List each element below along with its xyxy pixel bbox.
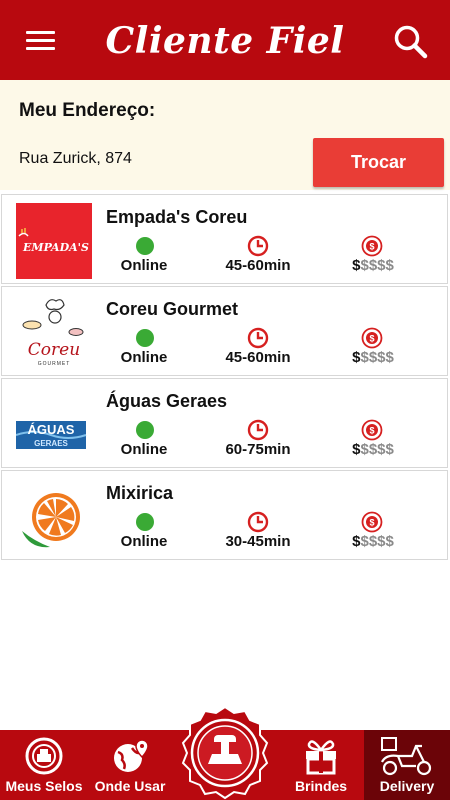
price-level: $$$$$	[328, 349, 418, 366]
aguas-logo-subtext: GERAES	[34, 439, 68, 448]
price-level: $$$$$	[328, 257, 418, 274]
store-card[interactable]: EMPADA'S Empada's Coreu Online 45-60min …	[1, 194, 448, 284]
clock-icon	[247, 327, 269, 349]
center-stamp-icon	[181, 705, 269, 800]
clock-icon	[247, 235, 269, 257]
top-app-bar: Cliente Fiel	[0, 0, 450, 80]
svg-text:$: $	[369, 334, 374, 344]
nav-brindes[interactable]: Brindes	[278, 730, 364, 800]
store-name: Coreu Gourmet	[106, 299, 239, 319]
store-name: Empada's Coreu	[106, 207, 248, 227]
nav-delivery[interactable]: Delivery	[364, 730, 450, 800]
online-status-icon	[136, 513, 154, 531]
nav-label: Brindes	[294, 778, 348, 794]
price-off: $$$$	[360, 349, 394, 366]
delivery-time: 60-75min	[225, 441, 291, 458]
address-value: Rua Zurick, 874	[19, 150, 132, 167]
address-title: Meu Endereço:	[19, 100, 156, 121]
scooter-icon	[381, 737, 432, 776]
store-card[interactable]: Coreu GOURMET Coreu Gourmet Online 45-60…	[1, 286, 448, 376]
clock-icon	[247, 511, 269, 533]
store-status: Online	[120, 349, 168, 366]
price-coin-icon: $	[361, 235, 383, 257]
delivery-time: 30-45min	[225, 533, 291, 550]
online-status-icon	[136, 237, 154, 255]
svg-text:$: $	[369, 426, 374, 436]
store-name: Águas Geraes	[106, 391, 228, 411]
mixirica-logo	[16, 479, 92, 555]
center-stamp-button[interactable]	[178, 705, 272, 800]
price-coin-icon: $	[361, 327, 383, 349]
delivery-time: 45-60min	[225, 349, 291, 366]
gift-icon	[306, 740, 336, 775]
svg-text:$: $	[369, 518, 374, 528]
search-icon[interactable]	[390, 22, 432, 62]
stamp-badge-icon	[25, 737, 63, 775]
store-status: Online	[120, 533, 168, 550]
store-status: Online	[120, 257, 168, 274]
price-level: $$$$$	[328, 441, 418, 458]
nav-label: Delivery	[379, 778, 435, 794]
online-status-icon	[136, 421, 154, 439]
aguas-logo-text: ÁGUAS	[28, 422, 75, 437]
price-level: $$$$$	[328, 533, 418, 550]
price-coin-icon: $	[361, 419, 383, 441]
coreu-logo-subtext: GOURMET	[38, 361, 71, 367]
price-off: $$$$	[360, 257, 394, 274]
coreu-logo-text: Coreu	[28, 340, 80, 360]
store-card[interactable]: Mixirica Online 30-45min $ $$$$$	[1, 470, 448, 560]
app-root: Cliente Fiel Meu Endereço: Rua Zurick, 8…	[0, 0, 450, 800]
store-status: Online	[120, 441, 168, 458]
coreu-gourmet-logo: Coreu GOURMET	[16, 295, 92, 371]
clock-icon	[247, 419, 269, 441]
aguas-geraes-logo: ÁGUAS GERAES	[15, 387, 92, 463]
nav-label: Meus Selos	[5, 778, 83, 794]
app-title: Cliente Fiel	[105, 20, 345, 62]
empadas-logo-text: EMPADA'S	[22, 241, 89, 254]
delivery-time: 45-60min	[225, 257, 291, 274]
svg-text:$: $	[369, 242, 374, 252]
price-coin-icon: $	[361, 511, 383, 533]
nav-meus-selos[interactable]: Meus Selos	[0, 730, 88, 800]
hamburger-menu-icon[interactable]	[18, 22, 62, 58]
store-name: Mixirica	[106, 483, 174, 503]
globe-pin-icon	[114, 739, 149, 772]
change-address-button[interactable]: Trocar	[313, 138, 444, 187]
price-off: $$$$	[360, 441, 394, 458]
empadas-logo: EMPADA'S	[16, 203, 92, 279]
store-card[interactable]: ÁGUAS GERAES Águas Geraes Online 60-75mi…	[1, 378, 448, 468]
nav-onde-usar[interactable]: Onde Usar	[88, 730, 172, 800]
nav-label: Onde Usar	[94, 778, 166, 794]
price-off: $$$$	[360, 533, 394, 550]
online-status-icon	[136, 329, 154, 347]
